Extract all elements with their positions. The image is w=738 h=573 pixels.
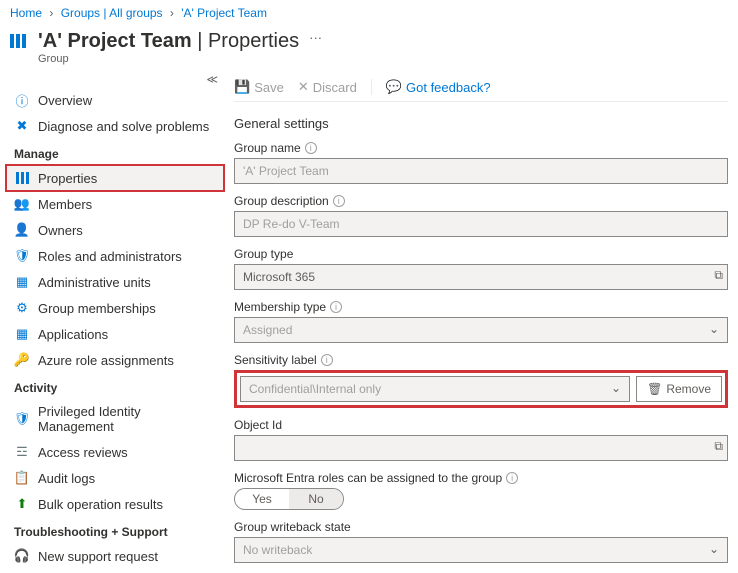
sidebar-item-support[interactable]: 🎧 New support request bbox=[6, 543, 224, 569]
save-button[interactable]: 💾 Save bbox=[234, 79, 284, 95]
membership-label: Membership typei bbox=[234, 300, 728, 314]
apps-icon: ▦ bbox=[14, 326, 30, 342]
admin-units-icon: ▦ bbox=[14, 274, 30, 290]
info-icon[interactable]: i bbox=[506, 472, 518, 484]
audit-icon: 📋 bbox=[14, 470, 30, 486]
sidebar-item-members[interactable]: 👥 Members bbox=[6, 191, 224, 217]
breadcrumb-groups[interactable]: Groups | All groups bbox=[61, 6, 163, 20]
sidebar-item-overview[interactable]: ⓘ Overview bbox=[6, 87, 224, 113]
sensitivity-highlight: Confidential\Internal only ⌄ 🗑 Remove bbox=[234, 370, 728, 408]
info-icon[interactable]: i bbox=[305, 142, 317, 154]
sidebar-item-pim[interactable]: 🛡 Privileged Identity Management bbox=[6, 399, 224, 439]
owners-icon: 👤 bbox=[14, 222, 30, 238]
wrench-icon: ✖ bbox=[14, 118, 30, 134]
group-name-field[interactable]: 'A' Project Team bbox=[234, 158, 728, 184]
copy-icon[interactable]: ⧉ bbox=[714, 268, 723, 283]
breadcrumb-home[interactable]: Home bbox=[10, 6, 42, 20]
page-subtitle: Group bbox=[38, 53, 299, 65]
sidebar-item-access-reviews[interactable]: ☲ Access reviews bbox=[6, 439, 224, 465]
chevron-down-icon: ⌄ bbox=[709, 322, 719, 336]
group-desc-label: Group descriptioni bbox=[234, 194, 728, 208]
breadcrumb-team[interactable]: 'A' Project Team bbox=[181, 6, 267, 20]
sidebar-item-applications[interactable]: ▦ Applications bbox=[6, 321, 224, 347]
sidebar-item-bulk-op[interactable]: ⬆ Bulk operation results bbox=[6, 491, 224, 517]
page-title: 'A' Project Team | Properties bbox=[38, 30, 299, 53]
info-icon: ⓘ bbox=[14, 92, 30, 108]
sidebar-item-roles[interactable]: 🛡 Roles and administrators bbox=[6, 243, 224, 269]
page-header: 'A' Project Team | Properties Group ··· bbox=[0, 26, 738, 73]
content-area: 💾 Save ✕ Discard 💬 Got feedback? General… bbox=[224, 73, 738, 573]
breadcrumb: Home › Groups | All groups › 'A' Project… bbox=[0, 0, 738, 26]
group-type-label: Group type bbox=[234, 247, 728, 261]
chevron-down-icon: ⌄ bbox=[611, 381, 621, 395]
sidebar-item-audit-logs[interactable]: 📋 Audit logs bbox=[6, 465, 224, 491]
pim-icon: 🛡 bbox=[14, 411, 30, 427]
toggle-yes[interactable]: Yes bbox=[235, 489, 289, 509]
copy-icon[interactable]: ⧉ bbox=[714, 439, 723, 454]
sidebar-item-admin-units[interactable]: ▦ Administrative units bbox=[6, 269, 224, 295]
membership-field[interactable]: Assigned ⌄ bbox=[234, 317, 728, 343]
sidebar-item-properties[interactable]: Properties bbox=[6, 165, 224, 191]
more-icon[interactable]: ··· bbox=[309, 30, 322, 45]
members-icon: 👥 bbox=[14, 196, 30, 212]
sidebar-item-diagnose[interactable]: ✖ Diagnose and solve problems bbox=[6, 113, 224, 139]
chevron-down-icon: ⌄ bbox=[709, 542, 719, 556]
section-title: General settings bbox=[234, 116, 728, 131]
toolbar: 💾 Save ✕ Discard 💬 Got feedback? bbox=[234, 73, 728, 102]
roles-icon: 🛡 bbox=[14, 248, 30, 264]
chevron-right-icon: › bbox=[45, 6, 57, 20]
info-icon[interactable]: i bbox=[321, 354, 333, 366]
collapse-icon[interactable]: ≪ bbox=[206, 73, 218, 86]
save-icon: 💾 bbox=[234, 79, 250, 95]
info-icon[interactable]: i bbox=[330, 301, 342, 313]
feedback-button[interactable]: 💬 Got feedback? bbox=[386, 79, 491, 95]
group-type-field: Microsoft 365 ⧉ bbox=[234, 264, 728, 290]
group-desc-field[interactable]: DP Re-do V-Team bbox=[234, 211, 728, 237]
info-icon[interactable]: i bbox=[333, 195, 345, 207]
sidebar-item-owners[interactable]: 👤 Owners bbox=[6, 217, 224, 243]
divider bbox=[371, 79, 372, 95]
sidebar-item-group-memberships[interactable]: ⚙ Group memberships bbox=[6, 295, 224, 321]
sidebar: ≪ ⓘ Overview ✖ Diagnose and solve proble… bbox=[0, 73, 224, 573]
sensitivity-field[interactable]: Confidential\Internal only ⌄ bbox=[240, 376, 630, 402]
feedback-icon: 💬 bbox=[386, 79, 402, 95]
discard-icon: ✕ bbox=[298, 79, 309, 95]
sidebar-section-manage: Manage bbox=[6, 139, 224, 165]
chevron-right-icon: › bbox=[166, 6, 178, 20]
toggle-no[interactable]: No bbox=[289, 489, 343, 509]
sensitivity-label: Sensitivity labeli bbox=[234, 353, 728, 367]
memberships-icon: ⚙ bbox=[14, 300, 30, 316]
sidebar-section-activity: Activity bbox=[6, 373, 224, 399]
object-id-field: ⧉ bbox=[234, 435, 728, 461]
discard-button[interactable]: ✕ Discard bbox=[298, 79, 357, 95]
access-reviews-icon: ☲ bbox=[14, 444, 30, 460]
key-icon: 🔑 bbox=[14, 352, 30, 368]
entra-roles-label: Microsoft Entra roles can be assigned to… bbox=[234, 471, 728, 485]
writeback-label: Group writeback state bbox=[234, 520, 728, 534]
writeback-field[interactable]: No writeback ⌄ bbox=[234, 537, 728, 563]
group-name-label: Group namei bbox=[234, 141, 728, 155]
trash-icon: 🗑 bbox=[647, 382, 662, 396]
entra-roles-toggle[interactable]: Yes No bbox=[234, 488, 344, 510]
support-icon: 🎧 bbox=[14, 548, 30, 564]
sidebar-section-troubleshoot: Troubleshooting + Support bbox=[6, 517, 224, 543]
remove-button[interactable]: 🗑 Remove bbox=[636, 376, 722, 402]
sidebar-item-azure-role[interactable]: 🔑 Azure role assignments bbox=[6, 347, 224, 373]
bulk-icon: ⬆ bbox=[14, 496, 30, 512]
object-id-label: Object Id bbox=[234, 418, 728, 432]
group-icon bbox=[10, 34, 30, 48]
properties-icon bbox=[14, 170, 30, 186]
